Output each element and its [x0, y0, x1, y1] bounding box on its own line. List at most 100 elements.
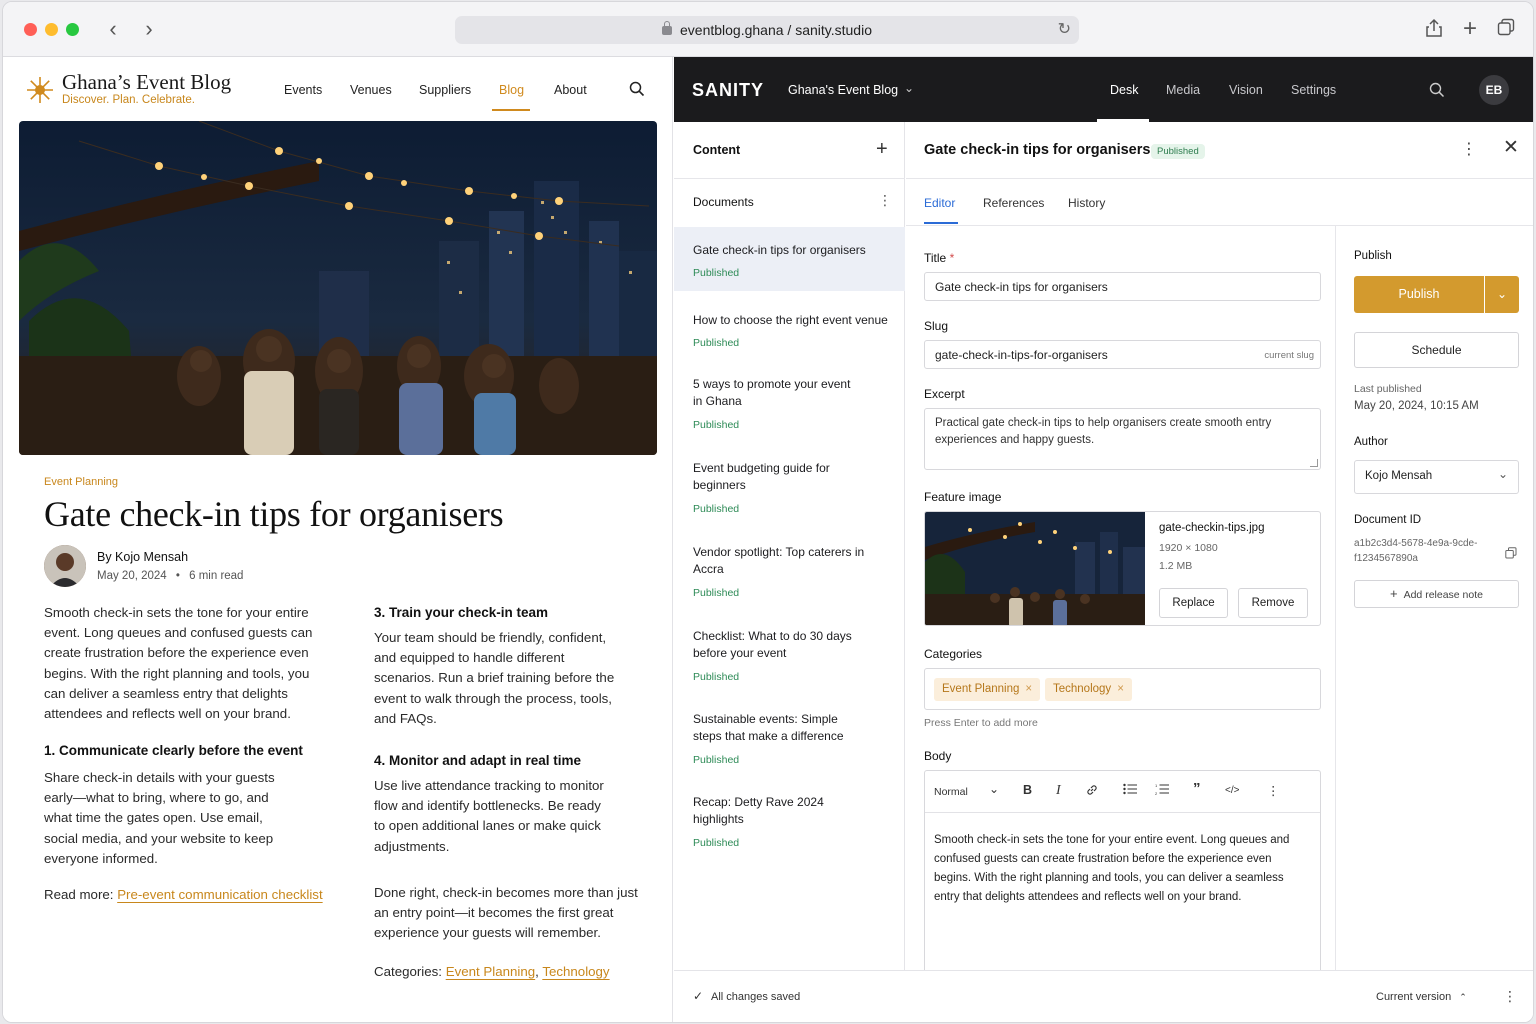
tab-editor[interactable]: Editor [924, 196, 955, 210]
chevron-down-icon[interactable]: ⌄ [904, 81, 914, 95]
body-editor[interactable]: Normal ⌄ B I 12 ” </> ⋮ Smooth check-in … [924, 770, 1321, 970]
bold-icon[interactable]: B [1023, 783, 1032, 797]
back-icon[interactable]: ‹ [101, 16, 125, 42]
copy-icon[interactable] [1505, 546, 1517, 559]
title-input[interactable]: Gate check-in tips for organisers [924, 272, 1321, 301]
hero-image [19, 121, 657, 455]
document-item[interactable]: 5 ways to promote your event in Ghana Pu… [674, 367, 905, 447]
more-vertical-icon[interactable]: ⋮ [1461, 139, 1477, 159]
user-avatar[interactable]: EB [1479, 75, 1509, 105]
workspace-name[interactable]: Ghana's Event Blog [788, 83, 898, 97]
author-select[interactable]: Kojo Mensah ⌄ [1354, 460, 1519, 494]
nav-about[interactable]: About [554, 83, 587, 97]
nav-suppliers[interactable]: Suppliers [419, 83, 471, 97]
document-item[interactable]: Event budgeting guide for beginners Publ… [674, 451, 905, 531]
document-item[interactable]: Sustainable events: Simple steps that ma… [674, 702, 905, 782]
address-bar[interactable]: eventblog.ghana / sanity.studio ↻ [455, 16, 1079, 44]
category-chip[interactable]: Event Planning × [934, 678, 1041, 701]
sanity-logo[interactable]: SANITY [692, 80, 764, 101]
code-icon[interactable]: </> [1225, 785, 1239, 796]
close-window-button[interactable] [24, 23, 37, 36]
image-filename: gate-checkin-tips.jpg [1159, 522, 1265, 534]
feature-image-thumbnail[interactable] [925, 512, 1145, 625]
bullet-list-icon[interactable] [1123, 783, 1137, 798]
read-more-link[interactable]: Pre-event communication checklist [117, 887, 322, 902]
studio-footer: ✓ All changes saved Current version ⌃ ⋮ [674, 970, 1533, 1022]
category-chip[interactable]: Technology × [1045, 678, 1132, 701]
document-item[interactable]: Gate check-in tips for organisers Publis… [674, 227, 905, 291]
chevron-down-icon[interactable]: ⌄ [989, 782, 999, 796]
last-published-label: Last published [1354, 383, 1422, 395]
publish-options-chevron-icon[interactable]: ⌄ [1485, 276, 1519, 313]
numbered-list-icon[interactable]: 12 [1155, 783, 1169, 798]
slug-input[interactable]: gate-check-in-tips-for-organisers curren… [924, 340, 1321, 369]
categories-input[interactable]: Event Planning × Technology × [924, 668, 1321, 710]
italic-icon[interactable]: I [1056, 783, 1061, 799]
post-date: May 20, 2024 [97, 570, 167, 582]
nav-events[interactable]: Events [284, 83, 322, 97]
add-icon[interactable]: + [876, 138, 888, 161]
nav-blog[interactable]: Blog [499, 83, 524, 97]
minimize-window-button[interactable] [45, 23, 58, 36]
more-vertical-icon[interactable]: ⋮ [878, 192, 892, 209]
replace-button[interactable]: Replace [1159, 588, 1228, 618]
category-link-technology[interactable]: Technology [542, 964, 609, 979]
version-selector[interactable]: Current version ⌃ [1376, 991, 1467, 1003]
zoom-window-button[interactable] [66, 23, 79, 36]
resize-handle-icon[interactable] [1310, 459, 1318, 467]
blog-preview: Ghana’s Event Blog Discover. Plan. Celeb… [3, 57, 673, 1022]
forward-icon[interactable]: › [137, 16, 161, 42]
category-link-event-planning[interactable]: Event Planning [446, 964, 535, 979]
read-more-label: Read more: [44, 887, 114, 902]
link-icon[interactable] [1085, 783, 1099, 800]
document-item[interactable]: Vendor spotlight: Top caterers in Accra … [674, 535, 905, 615]
more-vertical-icon[interactable]: ⋮ [1503, 988, 1517, 1005]
feature-image-label: Feature image [924, 490, 1002, 504]
style-select[interactable]: Normal [934, 786, 968, 798]
document-editor: Gate check-in tips for organisers Publis… [906, 122, 1533, 970]
search-icon[interactable] [1429, 82, 1445, 98]
tab-history[interactable]: History [1068, 196, 1105, 210]
body-text[interactable]: Smooth check-in sets the tone for your e… [934, 831, 1304, 907]
tab-vision[interactable]: Vision [1229, 83, 1263, 97]
remove-chip-icon[interactable]: × [1117, 683, 1124, 695]
body-label: Body [924, 749, 952, 763]
tab-media[interactable]: Media [1166, 83, 1200, 97]
publish-button[interactable]: Publish [1354, 276, 1484, 313]
document-item[interactable]: How to choose the right event venue Publ… [674, 297, 905, 361]
schedule-button[interactable]: Schedule [1354, 332, 1519, 368]
document-title: Vendor spotlight: Top caterers in Accra [693, 545, 865, 576]
sanity-studio: SANITY Ghana's Event Blog ⌄ Desk Media V… [674, 57, 1533, 1022]
chevron-up-icon: ⌃ [1459, 992, 1467, 1002]
document-item[interactable]: Checklist: What to do 30 days before you… [674, 619, 905, 699]
image-filesize: 1.2 MB [1159, 560, 1193, 572]
publish-heading: Publish [1354, 250, 1392, 262]
tab-settings[interactable]: Settings [1291, 83, 1336, 97]
svg-text:1: 1 [1155, 783, 1158, 788]
post-intro: Smooth check-in sets the tone for your e… [44, 605, 313, 722]
add-release-note-button[interactable]: + Add release note [1354, 580, 1519, 608]
excerpt-textarea[interactable]: Practical gate check-in tips to help org… [924, 408, 1321, 470]
more-vertical-icon[interactable]: ⋮ [1267, 783, 1280, 798]
reload-icon[interactable]: ↻ [1058, 19, 1071, 39]
search-icon[interactable] [629, 81, 645, 97]
share-icon[interactable] [1423, 18, 1445, 40]
brand-name[interactable]: Ghana’s Event Blog [62, 70, 231, 95]
document-id-value: a1b2c3d4-5678-4e9a-9cde-f1234567890a [1354, 538, 1478, 564]
categories-hint: Press Enter to add more [924, 717, 1038, 729]
remove-chip-icon[interactable]: × [1025, 683, 1032, 695]
tab-desk[interactable]: Desk [1110, 83, 1138, 97]
remove-button[interactable]: Remove [1238, 588, 1308, 618]
svg-text:2: 2 [1155, 791, 1158, 795]
check-icon: ✓ [693, 989, 704, 1003]
nav-venues[interactable]: Venues [350, 83, 392, 97]
new-tab-icon[interactable]: + [1459, 17, 1481, 41]
tab-references[interactable]: References [983, 196, 1044, 210]
close-icon[interactable]: ✕ [1503, 136, 1519, 159]
post-category[interactable]: Event Planning [44, 476, 118, 488]
document-item[interactable]: Recap: Detty Rave 2024 highlights Publis… [674, 785, 905, 865]
tabs-overview-icon[interactable] [1495, 18, 1517, 40]
categories-label: Categories: [374, 964, 442, 979]
quote-icon[interactable]: ” [1193, 780, 1201, 797]
author-avatar [44, 545, 86, 587]
